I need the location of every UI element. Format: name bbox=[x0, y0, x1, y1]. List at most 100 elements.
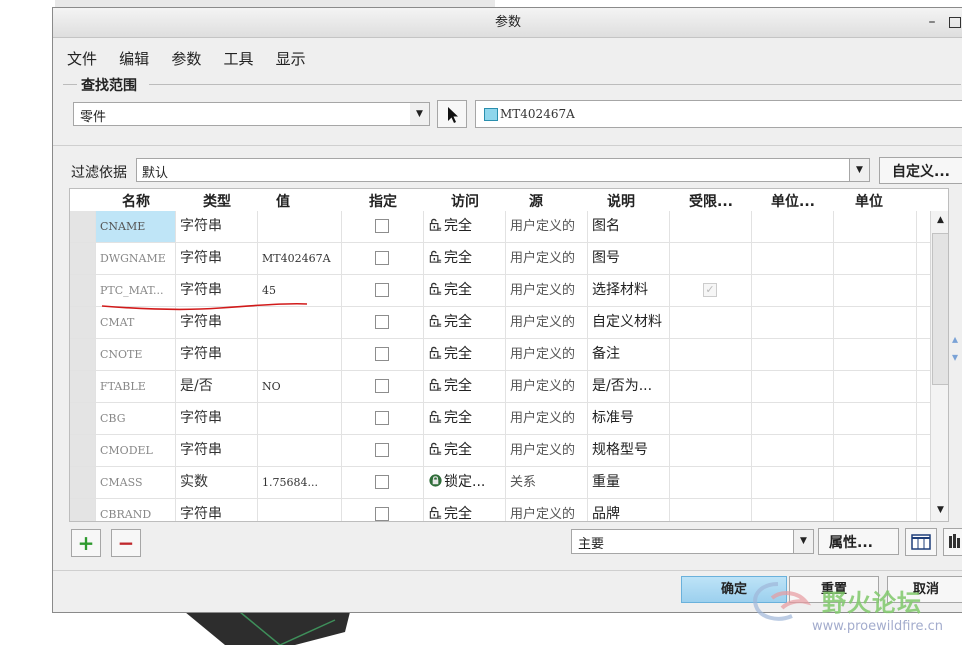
chevron-down-icon[interactable]: ▼ bbox=[794, 529, 814, 554]
column-header-type[interactable]: 类型 bbox=[176, 191, 258, 211]
designate-checkbox[interactable] bbox=[375, 219, 389, 233]
param-description[interactable]: 是/否为... bbox=[588, 371, 670, 402]
param-value[interactable]: 1.75684... bbox=[258, 467, 342, 498]
column-header-source[interactable]: 源 bbox=[506, 191, 566, 211]
param-description[interactable]: 选择材料 bbox=[588, 275, 670, 306]
param-type[interactable]: 实数 bbox=[176, 467, 258, 498]
row-selector[interactable] bbox=[70, 339, 96, 370]
access-cell[interactable]: 完全 bbox=[424, 435, 506, 466]
access-cell[interactable]: 完全 bbox=[424, 339, 506, 370]
row-selector[interactable] bbox=[70, 275, 96, 306]
scope-select[interactable]: 零件 bbox=[73, 102, 430, 126]
pick-button[interactable] bbox=[437, 100, 467, 128]
column-header-description[interactable]: 说明 bbox=[588, 191, 654, 211]
chevron-down-icon[interactable]: ▼ bbox=[850, 158, 870, 182]
table-row[interactable]: CNAME 字符串 完全 用户定义的 图名 bbox=[70, 211, 948, 243]
custom-button[interactable]: 自定义... bbox=[879, 157, 962, 184]
access-cell[interactable]: 锁定... bbox=[424, 467, 506, 498]
access-cell[interactable]: 完全 bbox=[424, 371, 506, 402]
column-header-unit[interactable]: 单位 bbox=[834, 191, 904, 211]
designate-checkbox[interactable] bbox=[375, 347, 389, 361]
param-value[interactable] bbox=[258, 211, 342, 242]
param-type[interactable]: 字符串 bbox=[176, 499, 258, 521]
menu-display[interactable]: 显示 bbox=[276, 48, 306, 69]
param-type[interactable]: 字符串 bbox=[176, 339, 258, 370]
designate-checkbox[interactable] bbox=[375, 283, 389, 297]
param-name[interactable]: CMODEL bbox=[96, 435, 176, 466]
model-field[interactable]: MT402467A bbox=[475, 100, 962, 128]
param-description[interactable]: 图号 bbox=[588, 243, 670, 274]
designate-checkbox[interactable] bbox=[375, 315, 389, 329]
column-header-unit-quantity[interactable]: 单位... bbox=[752, 191, 834, 211]
param-value[interactable]: MT402467A bbox=[258, 243, 342, 274]
view-select[interactable]: 主要 bbox=[571, 529, 794, 554]
menu-parameters[interactable]: 参数 bbox=[171, 48, 201, 69]
row-selector[interactable] bbox=[70, 467, 96, 498]
table-row[interactable]: DWGNAME 字符串 MT402467A 完全 用户定义的 图号 bbox=[70, 243, 948, 275]
param-description[interactable]: 重量 bbox=[588, 467, 670, 498]
param-name[interactable]: CMASS bbox=[96, 467, 176, 498]
add-parameter-button[interactable]: + bbox=[71, 529, 101, 557]
column-header-name[interactable]: 名称 bbox=[96, 191, 176, 211]
param-description[interactable]: 自定义材料 bbox=[588, 307, 670, 338]
access-cell[interactable]: 完全 bbox=[424, 243, 506, 274]
columns-button[interactable] bbox=[905, 528, 937, 556]
table-row[interactable]: CBRAND 字符串 完全 用户定义的 品牌 bbox=[70, 499, 948, 521]
designate-checkbox[interactable] bbox=[375, 379, 389, 393]
designate-checkbox[interactable] bbox=[375, 507, 389, 521]
param-name[interactable]: CBG bbox=[96, 403, 176, 434]
access-cell[interactable]: 完全 bbox=[424, 403, 506, 434]
scroll-thumb[interactable] bbox=[932, 233, 948, 385]
param-name[interactable]: CBRAND bbox=[96, 499, 176, 521]
param-type[interactable]: 是/否 bbox=[176, 371, 258, 402]
table-row[interactable]: CBG 字符串 完全 用户定义的 标准号 bbox=[70, 403, 948, 435]
param-name[interactable]: DWGNAME bbox=[96, 243, 176, 274]
access-cell[interactable]: 完全 bbox=[424, 211, 506, 242]
menu-edit[interactable]: 编辑 bbox=[119, 48, 149, 69]
param-value[interactable] bbox=[258, 339, 342, 370]
param-type[interactable]: 字符串 bbox=[176, 211, 258, 242]
column-header-value[interactable]: 值 bbox=[258, 191, 308, 211]
access-cell[interactable]: 完全 bbox=[424, 307, 506, 338]
param-description[interactable]: 标准号 bbox=[588, 403, 670, 434]
param-description[interactable]: 图名 bbox=[588, 211, 670, 242]
row-selector[interactable] bbox=[70, 371, 96, 402]
param-value[interactable] bbox=[258, 435, 342, 466]
param-name[interactable]: CNOTE bbox=[96, 339, 176, 370]
designate-checkbox[interactable] bbox=[375, 475, 389, 489]
chevron-down-icon[interactable]: ▼ bbox=[410, 102, 430, 126]
column-header-restricted[interactable]: 受限... bbox=[670, 191, 752, 211]
row-selector[interactable] bbox=[70, 307, 96, 338]
table-row[interactable]: CMODEL 字符串 完全 用户定义的 规格型号 bbox=[70, 435, 948, 467]
vertical-scrollbar[interactable]: ▲ ▼ bbox=[930, 211, 948, 521]
param-value[interactable] bbox=[258, 403, 342, 434]
table-row[interactable]: CMASS 实数 1.75684... 锁定... 关系 重量 bbox=[70, 467, 948, 499]
row-selector[interactable] bbox=[70, 243, 96, 274]
access-cell[interactable]: 完全 bbox=[424, 499, 506, 521]
row-selector[interactable] bbox=[70, 499, 96, 521]
param-description[interactable]: 规格型号 bbox=[588, 435, 670, 466]
param-name[interactable]: FTABLE bbox=[96, 371, 176, 402]
properties-button[interactable]: 属性... bbox=[818, 528, 899, 555]
title-bar[interactable]: 参数 – bbox=[53, 8, 962, 38]
row-selector[interactable] bbox=[70, 403, 96, 434]
table-row[interactable]: CNOTE 字符串 完全 用户定义的 备注 bbox=[70, 339, 948, 371]
scroll-up-icon[interactable]: ▲ bbox=[931, 211, 948, 229]
scroll-down-icon[interactable]: ▼ bbox=[931, 501, 948, 519]
param-type[interactable]: 字符串 bbox=[176, 435, 258, 466]
menu-tools[interactable]: 工具 bbox=[223, 48, 253, 69]
designate-checkbox[interactable] bbox=[375, 411, 389, 425]
row-selector[interactable] bbox=[70, 435, 96, 466]
filter-select[interactable]: 默认 bbox=[136, 158, 850, 182]
row-selector[interactable] bbox=[70, 211, 96, 242]
remove-parameter-button[interactable]: − bbox=[111, 529, 141, 557]
param-value[interactable]: NO bbox=[258, 371, 342, 402]
param-description[interactable]: 备注 bbox=[588, 339, 670, 370]
param-description[interactable]: 品牌 bbox=[588, 499, 670, 521]
param-type[interactable]: 字符串 bbox=[176, 403, 258, 434]
column-header-designate[interactable]: 指定 bbox=[342, 191, 424, 211]
designate-checkbox[interactable] bbox=[375, 443, 389, 457]
minimize-icon[interactable]: – bbox=[925, 13, 939, 31]
column-header-access[interactable]: 访问 bbox=[424, 191, 506, 211]
tool-button[interactable] bbox=[943, 528, 962, 556]
